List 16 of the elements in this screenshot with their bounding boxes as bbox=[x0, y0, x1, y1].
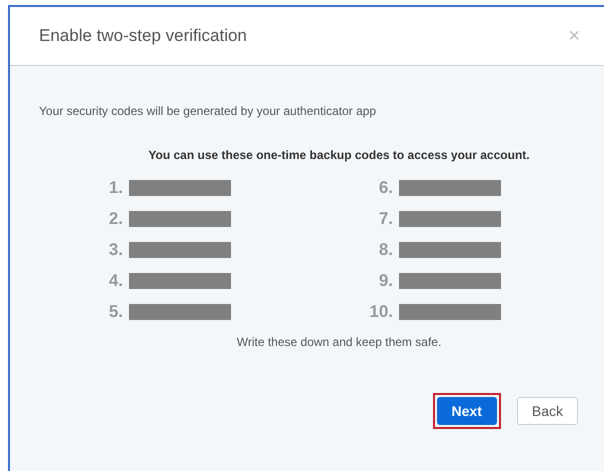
code-number: 6. bbox=[378, 178, 393, 198]
code-number: 4. bbox=[108, 270, 123, 290]
code-number: 7. bbox=[378, 208, 393, 228]
code-number: 1. bbox=[108, 178, 123, 198]
code-number: 10. bbox=[368, 302, 393, 322]
back-button[interactable]: Back bbox=[516, 397, 578, 425]
code-number: 2. bbox=[108, 208, 123, 228]
note-text: Write these down and keep them safe. bbox=[236, 335, 442, 349]
code-number: 3. bbox=[108, 240, 123, 260]
dialog-title: Enable two-step verification bbox=[39, 26, 247, 46]
code-number: 9. bbox=[378, 270, 393, 290]
code-number: 8. bbox=[378, 240, 393, 260]
codes-heading: You can use these one-time backup codes to access your account. bbox=[147, 148, 531, 162]
code-number: 5. bbox=[108, 302, 123, 322]
intro-text: Your security codes will be generated by your authenticator app bbox=[39, 104, 378, 118]
next-button[interactable]: Next bbox=[436, 397, 497, 425]
